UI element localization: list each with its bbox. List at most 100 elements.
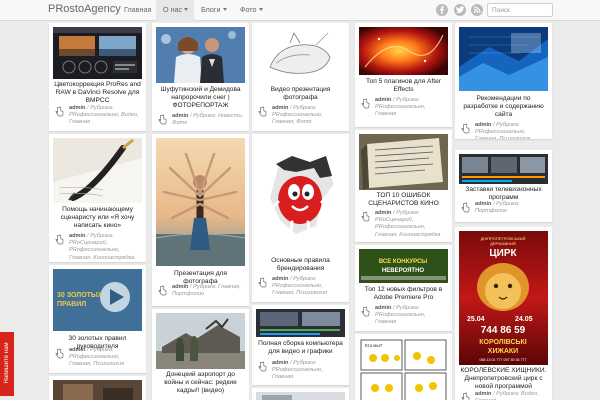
post-author[interactable]: admin [375, 305, 391, 311]
post-meta-text: admin / Рубрика: PRофессионально, Главна… [475, 122, 548, 139]
post-card[interactable]: ДНІПРОПЕТРОВСЬКИЙ ДЕРЖАВНИЙ ЦИРК 25.04 2… [455, 227, 552, 400]
post-meta-text: admin / Рубрика: PRофессионально, Главна… [272, 360, 323, 381]
golden-rules-text-1: 30 ЗОЛОТЫХ [57, 292, 103, 299]
post-title[interactable]: Основные правила брендирования [256, 257, 345, 273]
post-title[interactable]: Топ 12 новых фильтров в Adobe Premiere P… [359, 286, 448, 302]
post-card[interactable]: ВСЕ КОНКУРСЫ НЕВЕРОЯТНО Топ 12 новых фил… [355, 245, 452, 331]
post-thumbnail[interactable]: 30 ЗОЛОТЫХ ПРАВИЛ [53, 269, 142, 331]
nav-item-blogs-label: Блоги [201, 5, 221, 14]
post-thumbnail[interactable] [156, 313, 245, 369]
nav-item-about[interactable]: О нас [156, 0, 194, 21]
post-card[interactable]: Рекомендации по разработке и содержанию … [455, 23, 552, 139]
comic-label-text: Кто мы? [365, 343, 383, 348]
post-card[interactable]: Кто мы? [355, 334, 452, 400]
search-input[interactable] [487, 3, 553, 17]
post-title[interactable]: ТОП 10 ОШИБОК СЦЕНАРИСТОВ КИНО [359, 192, 448, 208]
post-author[interactable]: admin [272, 360, 288, 366]
hand-pointer-icon [158, 285, 167, 296]
feedback-tab[interactable]: Напишите нам [0, 332, 14, 396]
nav-item-blogs[interactable]: Блоги [201, 5, 227, 14]
post-title[interactable]: Рекомендации по разработке и содержанию … [459, 95, 548, 119]
post-card[interactable]: Помощь начинающему сценаристу или «Я хоч… [49, 134, 146, 262]
circus-date-start: 25.04 [467, 316, 485, 323]
post-author[interactable]: admin [69, 347, 85, 353]
post-card[interactable]: Полная сборка компьютера для видео и гра… [252, 305, 349, 385]
post-author[interactable]: admin [475, 122, 491, 128]
post-thumbnail[interactable] [459, 27, 548, 91]
post-thumbnail[interactable] [359, 27, 448, 75]
circus-phones-text: 066 13 01 777 097 39 35 777 [480, 358, 527, 362]
hand-pointer-icon [461, 123, 470, 134]
post-thumbnail[interactable] [256, 309, 345, 337]
post-meta-text: admin / Рубрика: PRофессионально, Главна… [272, 276, 328, 297]
post-thumbnail[interactable] [156, 27, 245, 83]
post-card[interactable]: 30 ЗОЛОТЫХ ПРАВИЛ 30 золотых правил руко… [49, 265, 146, 373]
post-author[interactable]: admin [475, 391, 491, 397]
post-title[interactable]: Донецкий аэропорт до войны и сейчас: ред… [156, 371, 245, 395]
post-thumbnail[interactable] [53, 27, 142, 79]
post-author[interactable]: admin [172, 284, 188, 290]
facebook-icon[interactable] [436, 4, 448, 16]
post-title[interactable]: Цветокоррекция ProRes and RAW в DaVinci … [53, 81, 142, 105]
nav-item-photo[interactable]: Фото [240, 5, 263, 14]
circus-date-end: 24.05 [515, 316, 533, 323]
post-thumbnail[interactable] [53, 138, 142, 203]
post-card[interactable] [252, 388, 349, 400]
feedback-tab-label: Напишите нам [4, 342, 10, 384]
post-thumbnail[interactable] [256, 138, 345, 250]
post-author[interactable]: admin [172, 113, 188, 119]
post-card[interactable]: Основные правила брендирования admin / Р… [252, 134, 349, 302]
post-card[interactable]: Шуфутинский и Демидова напророчили снег … [152, 23, 249, 131]
post-title[interactable]: Помощь начинающему сценаристу или «Я хоч… [53, 206, 142, 230]
post-thumbnail[interactable] [156, 138, 245, 266]
post-thumbnail[interactable]: ВСЕ КОНКУРСЫ НЕВЕРОЯТНО [359, 249, 448, 283]
post-title[interactable]: Видео презентация фотографа [256, 86, 345, 102]
twitter-icon[interactable] [454, 4, 466, 16]
post-thumbnail[interactable]: Кто мы? [359, 338, 448, 400]
post-meta-text: admin / Рубрика: Новости, Фото [172, 113, 244, 127]
nav-item-about-label: О нас [163, 5, 183, 14]
post-meta-text: admin / Рубрика: Видео, Главная [475, 391, 548, 400]
hand-pointer-icon [55, 348, 64, 359]
post-meta-text: admin / Рубрика: PRоСценарий, PRофессион… [69, 233, 135, 261]
circus-show-text-1: КОРОЛІВСЬКІ [479, 339, 527, 346]
post-card[interactable]: Донецкий аэропорт до войны и сейчас: ред… [152, 309, 249, 400]
post-card[interactable]: Цветокоррекция ProRes and RAW в DaVinci … [49, 23, 146, 131]
circus-title-text: ЦИРК [489, 248, 517, 259]
premiere-banner-text-1: ВСЕ КОНКУРСЫ [379, 259, 427, 265]
nav-item-photo-label: Фото [240, 5, 257, 14]
post-card[interactable] [49, 376, 146, 400]
post-title[interactable]: Шуфутинский и Демидова напророчили снег … [156, 86, 245, 110]
post-card[interactable]: Презентация для фотографа admin / Рубрик… [152, 134, 249, 306]
post-author[interactable]: admin [375, 97, 391, 103]
post-card[interactable]: Видео презентация фотографа admin / Рубр… [252, 23, 349, 131]
post-card[interactable]: ТОП 10 ОШИБОК СЦЕНАРИСТОВ КИНО admin / Р… [355, 130, 452, 242]
rss-icon[interactable] [471, 4, 483, 16]
post-author[interactable]: admin [475, 201, 491, 207]
post-meta-text: admin / Рубрика: PRоСценарий, PRофессион… [375, 210, 441, 238]
post-meta-text: admin / Рубрика: Портфолио [475, 201, 520, 215]
post-title[interactable]: Заставки телевизионных программ [459, 186, 548, 202]
post-thumbnail[interactable] [459, 154, 548, 184]
post-thumbnail[interactable]: ДНІПРОПЕТРОВСЬКИЙ ДЕРЖАВНИЙ ЦИРК 25.04 2… [459, 231, 548, 365]
post-author[interactable]: admin [375, 210, 391, 216]
premiere-banner-text-2: НЕВЕРОЯТНО [382, 268, 424, 274]
post-author[interactable]: admin [69, 233, 85, 239]
nav-item-home[interactable]: Главная [124, 5, 151, 14]
post-author[interactable]: admin [272, 276, 288, 282]
post-author[interactable]: admin [272, 105, 288, 111]
post-title[interactable]: Топ 5 плагинов для After Effects [359, 78, 448, 94]
post-title[interactable]: КОРОЛЕВСКИЕ ХИЩНИКИ. Днепропетровский ци… [459, 367, 548, 391]
post-card[interactable]: Заставки телевизионных программ admin / … [455, 150, 552, 222]
post-thumbnail[interactable] [53, 380, 142, 400]
hand-pointer-icon [461, 202, 470, 213]
hand-pointer-icon [361, 211, 370, 222]
hand-pointer-icon [158, 114, 167, 125]
post-card[interactable]: Топ 5 плагинов для After Effects admin /… [355, 23, 452, 127]
site-brand[interactable]: PRostoAgency [48, 3, 121, 15]
post-thumbnail[interactable] [256, 392, 345, 400]
post-title[interactable]: Полная сборка компьютера для видео и гра… [256, 340, 345, 356]
post-thumbnail[interactable] [359, 134, 448, 190]
post-author[interactable]: admin [69, 105, 85, 111]
post-thumbnail[interactable] [256, 27, 345, 83]
